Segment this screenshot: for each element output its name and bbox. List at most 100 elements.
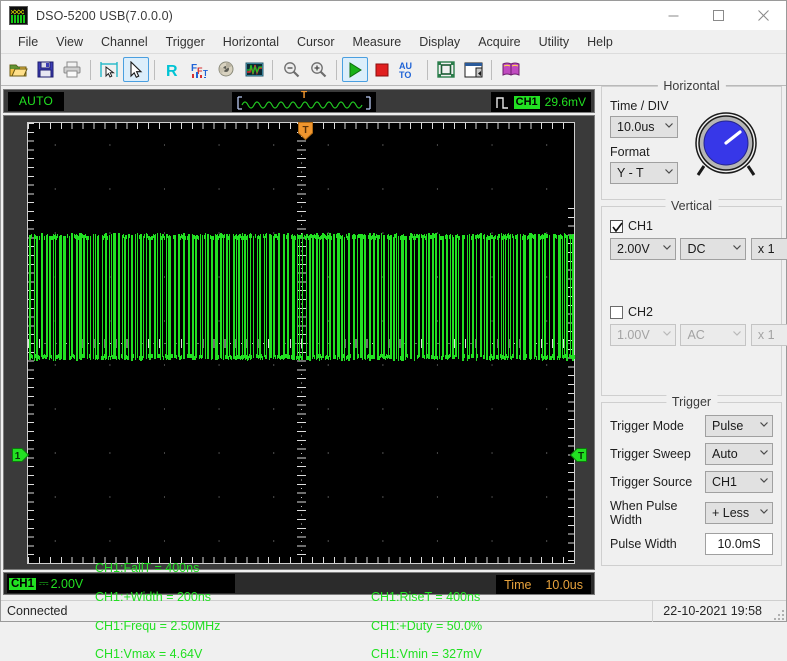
trigger-sweep-select[interactable]: Auto xyxy=(705,443,773,465)
trigger-mode-label: Trigger Mode xyxy=(610,419,684,433)
save-icon[interactable] xyxy=(32,57,58,82)
title-bar: DSO-5200 USB(7.0.0.0) xyxy=(1,1,786,30)
window-layout-icon[interactable] xyxy=(460,57,486,82)
toolbar-separator xyxy=(427,59,428,80)
ch2-volts-div-select[interactable]: 1.00V xyxy=(610,324,676,346)
waveform-overview-preview[interactable]: T xyxy=(232,91,376,112)
zoom-in-icon[interactable] xyxy=(305,57,331,82)
ch1-ground-marker[interactable]: 1 xyxy=(12,448,30,462)
toolbar-separator xyxy=(336,59,337,80)
trigger-source-select[interactable]: CH1 xyxy=(705,471,773,493)
measurement-frequency: CH1:Frequ = 2.50MHz xyxy=(95,619,221,633)
when-pulse-width-value: + Less xyxy=(705,502,773,524)
measurement-fall-time: CH1:FallT = 400ns xyxy=(95,561,200,575)
svg-text:T: T xyxy=(302,125,308,136)
datetime-display: 22-10-2021 19:58 xyxy=(652,600,772,622)
measurement-vmin: CH1:Vmin = 327mV xyxy=(371,647,482,661)
select-pointer-icon[interactable] xyxy=(123,57,149,82)
menu-file[interactable]: File xyxy=(9,33,47,51)
open-icon[interactable] xyxy=(5,57,31,82)
svg-text:T: T xyxy=(578,451,584,462)
oscilloscope-app-window: DSO-5200 USB(7.0.0.0) File View Channel … xyxy=(0,0,787,661)
toolbar-separator xyxy=(491,59,492,80)
scope-display-area[interactable]: T 1 T CH1:FallT = 400ns CH1:+Width = 200… xyxy=(3,115,595,661)
ch1-volts-div-select[interactable]: 2.00V xyxy=(610,238,676,260)
ch2-coupling-value: AC xyxy=(680,324,747,346)
pulse-width-input[interactable]: 10.0mS xyxy=(705,533,773,555)
time-div-label: Time / DIV xyxy=(610,99,669,113)
trigger-position-marker[interactable]: T xyxy=(298,122,313,141)
toolbar-separator xyxy=(90,59,91,80)
ch2-probe-select[interactable]: x 1 xyxy=(750,324,787,346)
fft-icon[interactable]: F F T xyxy=(187,57,213,82)
menu-measure[interactable]: Measure xyxy=(344,33,411,51)
trigger-level-value: 29.6mV xyxy=(544,95,586,109)
ch1-probe-select[interactable]: x 1 xyxy=(750,238,787,260)
when-pulse-width-row: When Pulse Width + Less xyxy=(610,499,773,527)
measurement-rise-time: CH1:RiseT = 400ns xyxy=(371,590,481,604)
ch1-waveform-trace xyxy=(29,124,575,564)
stop-icon[interactable] xyxy=(369,57,395,82)
menu-utility[interactable]: Utility xyxy=(530,33,579,51)
trigger-mode-row: Trigger Mode Pulse xyxy=(610,415,773,437)
vertical-group: Vertical CH1 2.00V DC x 1 CH2 1.00V AC x… xyxy=(601,199,787,396)
menu-horizontal[interactable]: Horizontal xyxy=(214,33,288,51)
trigger-mode-select[interactable]: Pulse xyxy=(705,415,773,437)
ch1-coupling-value: DC xyxy=(680,238,747,260)
ch2-checkbox[interactable] xyxy=(610,305,623,319)
maximize-icon[interactable] xyxy=(696,1,741,30)
scope-grid[interactable] xyxy=(27,122,575,564)
display-settings-icon[interactable] xyxy=(214,57,240,82)
time-div-select[interactable]: 10.0us xyxy=(610,116,678,138)
fit-screen-icon[interactable] xyxy=(433,57,459,82)
timebase-value: 10.0us xyxy=(545,577,583,592)
print-icon[interactable] xyxy=(59,57,85,82)
trigger-mode-value: Pulse xyxy=(705,415,773,437)
timebase-readout[interactable]: Time 10.0us xyxy=(496,575,591,594)
pulse-width-row: Pulse Width 10.0mS xyxy=(610,533,773,555)
window-controls xyxy=(651,1,786,30)
toolbar-separator xyxy=(272,59,273,80)
ch1-coupling-select[interactable]: DC xyxy=(680,238,747,260)
format-select[interactable]: Y - T xyxy=(610,162,678,184)
horizontal-position-knob[interactable] xyxy=(690,109,762,181)
ch2-probe-value: x 1 xyxy=(750,324,787,346)
svg-text:TO: TO xyxy=(399,70,411,79)
autoset-icon[interactable]: AU TO xyxy=(396,57,422,82)
vertical-group-title: Vertical xyxy=(665,199,718,213)
run-icon[interactable] xyxy=(342,57,368,82)
when-pulse-width-select[interactable]: + Less xyxy=(705,502,773,524)
cursor-measure-icon[interactable] xyxy=(96,57,122,82)
reference-icon[interactable]: R xyxy=(160,57,186,82)
ch1-checkbox[interactable] xyxy=(610,219,623,233)
zoom-out-icon[interactable] xyxy=(278,57,304,82)
ch1-badge: CH1 xyxy=(9,577,37,590)
window-title: DSO-5200 USB(7.0.0.0) xyxy=(36,8,173,23)
menu-acquire[interactable]: Acquire xyxy=(469,33,529,51)
menu-help[interactable]: Help xyxy=(578,33,622,51)
ch2-coupling-select[interactable]: AC xyxy=(680,324,747,346)
trigger-sweep-label: Trigger Sweep xyxy=(610,447,691,461)
menu-trigger[interactable]: Trigger xyxy=(157,33,214,51)
ch1-enable-row[interactable]: CH1 xyxy=(610,219,787,233)
ch1-volts-div-value: 2.00V xyxy=(610,238,676,260)
help-book-icon[interactable] xyxy=(497,57,523,82)
menu-view[interactable]: View xyxy=(47,33,92,51)
resize-grip[interactable] xyxy=(772,601,786,622)
pulse-width-label: Pulse Width xyxy=(610,537,677,551)
ch2-enable-row[interactable]: CH2 xyxy=(610,305,787,319)
trigger-level-marker[interactable]: T xyxy=(569,448,587,462)
measurement-pos-duty: CH1:+Duty = 50.0% xyxy=(371,619,483,633)
dc-coupling-icon: ⎓ xyxy=(39,576,49,590)
menu-bar: File View Channel Trigger Horizontal Cur… xyxy=(1,30,786,54)
close-icon[interactable] xyxy=(741,1,786,30)
menu-cursor[interactable]: Cursor xyxy=(288,33,344,51)
scope-bottom-status-bar: CH1 ⎓ 2.00V Time 10.0us xyxy=(3,572,595,595)
menu-channel[interactable]: Channel xyxy=(92,33,157,51)
svg-text:T: T xyxy=(203,69,208,78)
menu-display[interactable]: Display xyxy=(410,33,469,51)
ch2-label: CH2 xyxy=(628,305,654,319)
persistence-icon[interactable] xyxy=(241,57,267,82)
minimize-icon[interactable] xyxy=(651,1,696,30)
timebase-label: Time xyxy=(504,577,532,592)
